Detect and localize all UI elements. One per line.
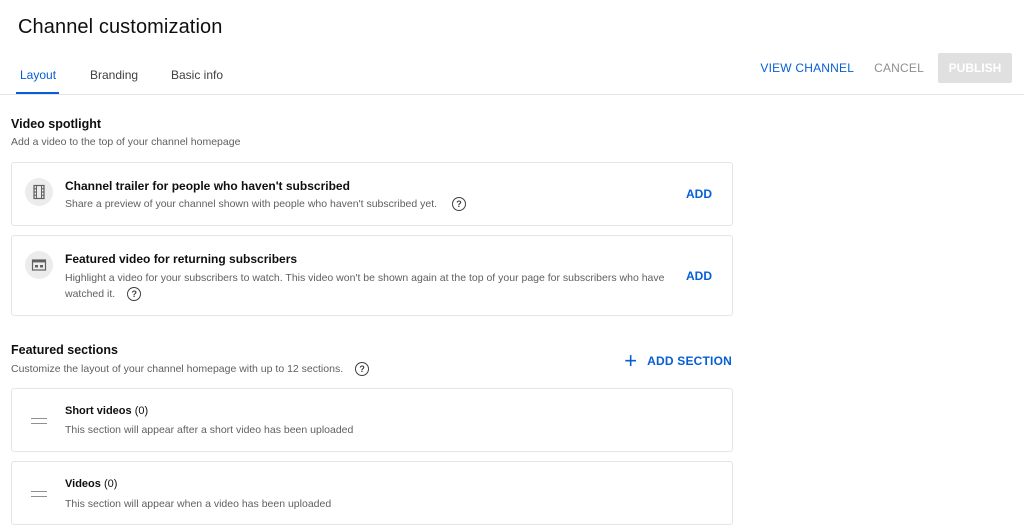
featured-sections-subtitle: Customize the layout of your channel hom…: [11, 362, 370, 376]
section-description: This section will appear when a video ha…: [65, 498, 332, 510]
publish-button[interactable]: PUBLISH: [938, 53, 1012, 83]
drag-handle-icon[interactable]: [31, 491, 47, 497]
channel-trailer-title: Channel trailer for people who haven't s…: [65, 179, 350, 193]
help-icon[interactable]: ?: [127, 287, 142, 302]
featured-video-description-line1: Highlight a video for your subscribers t…: [65, 272, 665, 284]
video-spotlight-title: Video spotlight: [11, 117, 102, 131]
help-icon[interactable]: ?: [355, 362, 370, 376]
section-name: Videos: [65, 478, 101, 490]
section-count: (0): [103, 478, 118, 490]
featured-sections-subtitle-text: Customize the layout of your channel hom…: [11, 363, 344, 375]
featured-video-title: Featured video for returning subscribers: [65, 252, 298, 266]
page-title: Channel customization: [18, 16, 223, 38]
add-channel-trailer-button[interactable]: ADD: [686, 187, 712, 201]
section-row[interactable]: Short videos (0) This section will appea…: [11, 388, 733, 452]
section-description: This section will appear after a short v…: [65, 424, 354, 436]
plus-icon: +: [624, 348, 638, 373]
featured-video-description-line2: watched it.?: [65, 286, 685, 302]
video-spotlight-subtitle: Add a video to the top of your channel h…: [11, 136, 241, 148]
featured-sections-title: Featured sections: [11, 343, 118, 357]
header-actions: VIEW CHANNEL CANCEL PUBLISH: [760, 53, 1012, 83]
section-name: Short videos: [65, 405, 132, 417]
featured-video-description: Highlight a video for your subscribers t…: [65, 270, 685, 302]
featured-video-description-line2-text: watched it.: [65, 288, 116, 300]
channel-trailer-description: Share a preview of your channel shown wi…: [65, 196, 466, 212]
tab-basic-info[interactable]: Basic info: [171, 56, 223, 94]
tab-layout[interactable]: Layout: [15, 56, 60, 94]
cancel-button[interactable]: CANCEL: [874, 61, 924, 75]
section-row[interactable]: Videos (0) This section will appear when…: [11, 461, 733, 525]
help-icon[interactable]: ?: [451, 197, 466, 212]
header-divider: [0, 94, 1024, 95]
featured-video-icon: [25, 251, 53, 279]
tab-branding[interactable]: Branding: [90, 56, 138, 94]
view-channel-button[interactable]: VIEW CHANNEL: [760, 61, 854, 75]
add-featured-video-button[interactable]: ADD: [686, 269, 712, 283]
drag-handle-icon[interactable]: [31, 418, 47, 424]
section-title: Videos (0): [65, 478, 117, 490]
channel-trailer-card: Channel trailer for people who haven't s…: [11, 162, 733, 226]
featured-video-card: Featured video for returning subscribers…: [11, 235, 733, 316]
add-section-button[interactable]: + ADD SECTION: [624, 348, 732, 373]
channel-trailer-description-text: Share a preview of your channel shown wi…: [65, 198, 438, 210]
section-count: (0): [134, 405, 149, 417]
trailer-icon: [25, 178, 53, 206]
section-title: Short videos (0): [65, 405, 148, 417]
add-section-label: ADD SECTION: [647, 354, 732, 368]
